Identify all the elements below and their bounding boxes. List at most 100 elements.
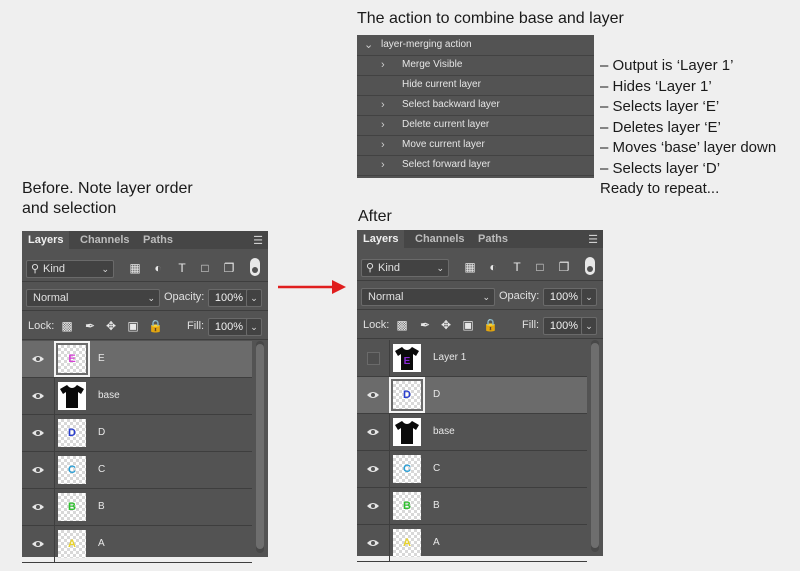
layer-row[interactable]: base <box>357 414 587 451</box>
after-caption: After <box>358 208 392 225</box>
layers-panel-after: Layers Channels Paths ☰ ⚲ Kind ⌄ ▦ ◐ T □ ❐ Normal ⌄ Op… <box>357 230 603 562</box>
lock-artboard-icon[interactable]: ▣ <box>461 317 475 333</box>
action-step-select-forward[interactable]: › Select forward layer <box>357 155 594 176</box>
lock-all-icon[interactable]: 🔒 <box>483 317 498 333</box>
scrollbar-thumb[interactable] <box>256 344 264 549</box>
shape-filter-icon[interactable]: □ <box>198 260 212 276</box>
action-step-select-backward[interactable]: › Select backward layer <box>357 95 594 116</box>
chevron-right-icon[interactable]: › <box>381 155 385 175</box>
smart-object-filter-icon[interactable]: ❐ <box>222 260 236 276</box>
action-step-label: Hide current layer <box>402 79 481 90</box>
opacity-input[interactable]: 100% <box>208 289 250 307</box>
fill-input[interactable]: 100% <box>543 317 585 335</box>
shape-filter-icon[interactable]: □ <box>533 259 547 275</box>
fill-dropdown[interactable]: ⌄ <box>246 318 262 336</box>
fill-label: Fill: <box>522 319 540 331</box>
thumbnail-letter: D <box>68 427 76 439</box>
lock-position-icon[interactable]: ✥ <box>104 318 118 334</box>
action-set-row[interactable]: ⌄ layer-merging action <box>357 35 594 56</box>
layer-name: B <box>98 501 105 512</box>
layer-row[interactable]: CC <box>22 452 252 489</box>
kind-filter-select[interactable]: ⚲ Kind ⌄ <box>361 259 449 277</box>
lock-transparency-icon[interactable]: ▩ <box>395 317 409 333</box>
visibility-cell[interactable] <box>357 525 390 561</box>
tab-channels[interactable]: Channels <box>415 230 465 248</box>
type-filter-icon[interactable]: T <box>510 259 524 275</box>
tab-layers[interactable]: Layers <box>357 230 405 248</box>
opacity-input[interactable]: 100% <box>543 288 585 306</box>
layer-row[interactable]: DD <box>22 415 252 452</box>
note-line: – Selects layer ‘D’ <box>600 159 721 177</box>
layer-row[interactable]: BB <box>22 489 252 526</box>
layer-row[interactable]: CC <box>357 451 587 488</box>
image-filter-icon[interactable]: ▦ <box>128 260 142 276</box>
action-step-move-layer[interactable]: › Move current layer <box>357 135 594 156</box>
action-step-delete-layer[interactable]: › Delete current layer <box>357 115 594 136</box>
action-step-label: Merge Visible <box>402 59 463 70</box>
layers-scrollbar[interactable] <box>591 340 599 552</box>
layers-scrollbar[interactable] <box>256 341 264 553</box>
panel-tab-bar: Layers Channels Paths ☰ <box>22 231 268 249</box>
visibility-cell[interactable] <box>357 488 390 524</box>
visibility-cell[interactable] <box>22 526 55 562</box>
action-step-merge-visible[interactable]: › Merge Visible <box>357 55 594 76</box>
adjustment-filter-icon[interactable]: ◐ <box>151 260 165 276</box>
visibility-cell[interactable] <box>22 452 55 488</box>
adjustment-filter-icon[interactable]: ◐ <box>486 259 500 275</box>
filter-toggle[interactable] <box>585 257 595 275</box>
tab-channels[interactable]: Channels <box>80 231 130 249</box>
chevron-down-icon[interactable]: ⌄ <box>364 35 373 55</box>
panel-menu-icon[interactable]: ☰ <box>253 234 263 247</box>
visibility-cell[interactable] <box>22 415 55 451</box>
layer-row[interactable]: AA <box>22 526 252 563</box>
smart-object-filter-icon[interactable]: ❐ <box>557 259 571 275</box>
type-filter-icon[interactable]: T <box>175 260 189 276</box>
visibility-toggle-off[interactable] <box>367 352 380 365</box>
action-step-hide-layer[interactable]: Hide current layer <box>357 75 594 96</box>
blend-mode-select[interactable]: Normal ⌄ <box>26 289 160 307</box>
kind-filter-select[interactable]: ⚲ Kind ⌄ <box>26 260 114 278</box>
thumbnail-letter: A <box>68 538 76 550</box>
layer-row[interactable]: BB <box>357 488 587 525</box>
tab-paths[interactable]: Paths <box>143 231 173 249</box>
chevron-right-icon[interactable]: › <box>381 55 385 75</box>
visibility-cell[interactable] <box>22 489 55 525</box>
lock-pixels-icon[interactable]: ✒ <box>418 317 432 333</box>
chevron-right-icon[interactable]: › <box>381 95 385 115</box>
tab-layers[interactable]: Layers <box>22 231 70 249</box>
lock-all-icon[interactable]: 🔒 <box>148 318 163 334</box>
layer-thumbnail: D <box>389 377 425 413</box>
lock-position-icon[interactable]: ✥ <box>439 317 453 333</box>
note-line: – Deletes layer ‘E’ <box>600 118 721 136</box>
scrollbar-thumb[interactable] <box>591 343 599 548</box>
kind-label: Kind <box>43 263 66 275</box>
visibility-cell[interactable] <box>357 340 390 376</box>
lock-artboard-icon[interactable]: ▣ <box>126 318 140 334</box>
chevron-right-icon[interactable]: › <box>381 135 385 155</box>
panel-menu-icon[interactable]: ☰ <box>588 233 598 246</box>
visibility-cell[interactable] <box>22 341 55 377</box>
fill-dropdown[interactable]: ⌄ <box>581 317 597 335</box>
layer-row[interactable]: DD <box>357 377 587 414</box>
chevron-right-icon[interactable]: › <box>381 115 385 135</box>
visibility-cell[interactable] <box>22 378 55 414</box>
layer-row[interactable]: base <box>22 378 252 415</box>
action-label: layer-merging action <box>381 39 472 50</box>
visibility-cell[interactable] <box>357 377 390 413</box>
opacity-dropdown[interactable]: ⌄ <box>246 289 262 307</box>
chevron-down-icon: ⌄ <box>147 293 155 303</box>
opacity-dropdown[interactable]: ⌄ <box>581 288 597 306</box>
visibility-cell[interactable] <box>357 414 390 450</box>
layer-row[interactable]: EE <box>22 341 252 378</box>
search-icon: ⚲ <box>31 263 40 275</box>
image-filter-icon[interactable]: ▦ <box>463 259 477 275</box>
blend-mode-select[interactable]: Normal ⌄ <box>361 288 495 306</box>
layer-row[interactable]: AA <box>357 525 587 562</box>
lock-transparency-icon[interactable]: ▩ <box>60 318 74 334</box>
visibility-cell[interactable] <box>357 451 390 487</box>
fill-input[interactable]: 100% <box>208 318 250 336</box>
layer-row[interactable]: E Layer 1 <box>357 340 587 377</box>
lock-pixels-icon[interactable]: ✒ <box>83 318 97 334</box>
tab-paths[interactable]: Paths <box>478 230 508 248</box>
filter-toggle[interactable] <box>250 258 260 276</box>
